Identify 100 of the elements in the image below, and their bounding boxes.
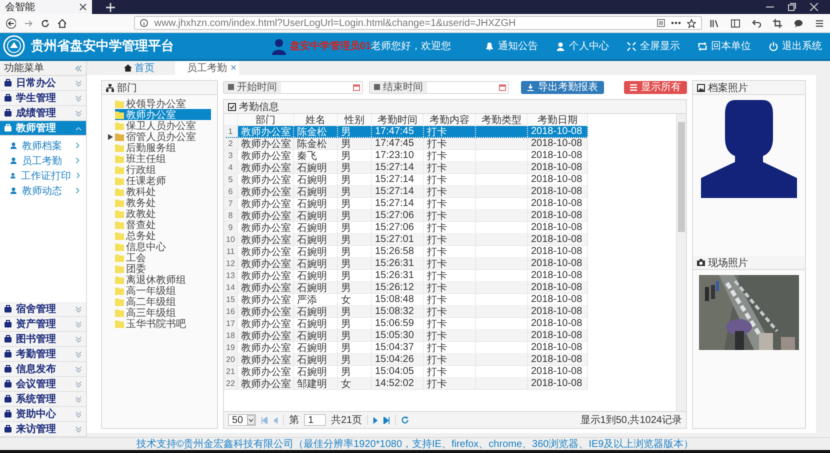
table-row[interactable]: 22 教师办公室 邹建明 女 14:52:02 打卡 2018-10-08 bbox=[224, 378, 588, 390]
menu-group[interactable]: 宿舍管理 bbox=[0, 302, 86, 317]
page-tab[interactable]: 员工考勤 bbox=[175, 61, 239, 75]
header-nav-link[interactable]: 个人中心 bbox=[556, 39, 609, 53]
tree-node[interactable]: 督查处 bbox=[115, 219, 159, 230]
table-row[interactable]: 15 教师办公室 严添 女 15:08:48 打卡 2018-10-08 bbox=[224, 294, 588, 306]
table-row[interactable]: 12 教师办公室 石婉明 男 15:26:31 打卡 2018-10-08 bbox=[224, 258, 588, 270]
address-bar[interactable]: www.jhxhzn.com/index.html?UserLogUrl=Login.html&change=1&userid=JHXZGH bbox=[134, 16, 702, 30]
menu-group[interactable]: 学生管理 bbox=[0, 91, 86, 106]
table-row[interactable]: 3 教师办公室 秦飞 男 17:23:10 打卡 2018-10-08 bbox=[224, 150, 588, 162]
menu-group[interactable]: 系统管理 bbox=[0, 392, 86, 407]
tree-node[interactable]: 总务处 bbox=[115, 230, 159, 241]
table-row[interactable]: 10 教师办公室 石婉明 男 15:27:01 打卡 2018-10-08 bbox=[224, 234, 588, 246]
table-row[interactable]: 1 教师办公室 陈金松 男 17:47:45 打卡 2018-10-08 bbox=[224, 126, 588, 138]
column-header[interactable]: 姓名 bbox=[294, 114, 338, 125]
menu-group[interactable]: 来访管理 bbox=[0, 422, 86, 437]
submenu-item[interactable]: 员工考勤 bbox=[0, 153, 86, 168]
tree-node[interactable]: 政教处 bbox=[115, 208, 159, 219]
show-all-button[interactable]: 显示所有 bbox=[624, 80, 687, 94]
header-nav-link[interactable]: 退出系统 bbox=[769, 39, 822, 53]
expand-arrow-icon[interactable] bbox=[108, 134, 113, 140]
table-row[interactable]: 13 教师办公室 石婉明 男 15:26:31 打卡 2018-10-08 bbox=[224, 270, 588, 282]
table-row[interactable]: 17 教师办公室 石婉明 男 15:06:59 打卡 2018-10-08 bbox=[224, 318, 588, 330]
more-icon[interactable] bbox=[671, 21, 681, 25]
column-header[interactable]: 考勤内容 bbox=[424, 114, 476, 125]
back-icon[interactable] bbox=[6, 18, 16, 28]
forward-icon[interactable] bbox=[24, 18, 34, 28]
header-nav-link[interactable]: 回本单位 bbox=[698, 39, 751, 53]
tree-node[interactable]: 校领导办公室 bbox=[115, 98, 189, 109]
qr-code-icon[interactable] bbox=[657, 19, 665, 27]
tree-node[interactable]: 教务处 bbox=[115, 197, 159, 208]
menu-group[interactable]: 考勤管理 bbox=[0, 347, 86, 362]
header-nav-link[interactable]: 全屏显示 bbox=[627, 39, 680, 53]
table-row[interactable]: 18 教师办公室 石婉明 男 15:05:30 打卡 2018-10-08 bbox=[224, 330, 588, 342]
restore-icon[interactable] bbox=[788, 3, 796, 11]
tree-node[interactable]: 高二年级组 bbox=[115, 296, 179, 307]
menu-group[interactable]: 教师管理 bbox=[0, 121, 86, 136]
next-page-icon[interactable] bbox=[373, 416, 378, 424]
sidebar-icon[interactable] bbox=[731, 18, 740, 28]
info-icon[interactable] bbox=[140, 19, 148, 27]
menu-group[interactable]: 会议管理 bbox=[0, 377, 86, 392]
chat-icon[interactable] bbox=[794, 18, 803, 28]
table-row[interactable]: 4 教师办公室 石婉明 男 15:27:14 打卡 2018-10-08 bbox=[224, 162, 588, 174]
submenu-item[interactable]: 教师档案 bbox=[0, 138, 86, 153]
table-row[interactable]: 16 教师办公室 石婉明 男 15:08:32 打卡 2018-10-08 bbox=[224, 306, 588, 318]
tree-node[interactable]: 工会 bbox=[115, 252, 149, 263]
column-header[interactable]: 考勤日期 bbox=[528, 114, 588, 125]
home-icon[interactable] bbox=[58, 18, 66, 28]
table-row[interactable]: 9 教师办公室 石婉明 男 15:27:06 打卡 2018-10-08 bbox=[224, 222, 588, 234]
tree-node[interactable]: 行政组 bbox=[115, 164, 159, 175]
table-row[interactable]: 7 教师办公室 石婉明 男 15:27:14 打卡 2018-10-08 bbox=[224, 198, 588, 210]
tree-node[interactable]: 任课老师 bbox=[115, 175, 169, 186]
end-date-field[interactable]: 结束时间 bbox=[369, 80, 509, 94]
menu-group[interactable]: 日常办公 bbox=[0, 76, 86, 91]
refresh-icon[interactable] bbox=[401, 416, 410, 424]
start-date-field[interactable]: 开始时间 bbox=[223, 80, 363, 94]
table-row[interactable]: 11 教师办公室 石婉明 男 15:26:58 打卡 2018-10-08 bbox=[224, 246, 588, 258]
tree-node[interactable]: 班主任组 bbox=[115, 153, 169, 164]
library-icon[interactable] bbox=[710, 18, 719, 28]
close-icon[interactable] bbox=[79, 3, 87, 11]
reload-icon[interactable] bbox=[41, 18, 50, 28]
tree-node[interactable]: 保卫人员办公室 bbox=[115, 120, 199, 131]
page-tab[interactable]: 首页 bbox=[107, 61, 171, 75]
undo-icon[interactable] bbox=[752, 18, 761, 28]
last-page-icon[interactable] bbox=[383, 416, 390, 424]
page-size-select[interactable]: 50 bbox=[228, 414, 256, 426]
export-button[interactable]: 导出考勤报表 bbox=[521, 80, 604, 94]
table-row[interactable]: 21 教师办公室 石婉明 男 15:04:05 打卡 2018-10-08 bbox=[224, 366, 588, 378]
table-row[interactable]: 6 教师办公室 石婉明 男 15:27:14 打卡 2018-10-08 bbox=[224, 186, 588, 198]
tree-node[interactable]: 教科处 bbox=[115, 186, 159, 197]
tree-node[interactable]: 高一年级组 bbox=[115, 285, 179, 296]
tree-node[interactable]: 宿管人员办公室 bbox=[115, 131, 199, 142]
calendar-icon[interactable] bbox=[499, 84, 506, 90]
crop-icon[interactable] bbox=[773, 18, 782, 28]
plus-icon[interactable] bbox=[106, 2, 115, 12]
star-icon[interactable] bbox=[687, 18, 696, 28]
menu-icon[interactable] bbox=[815, 18, 824, 28]
table-row[interactable]: 20 教师办公室 石婉明 男 15:04:26 打卡 2018-10-08 bbox=[224, 354, 588, 366]
tree-node[interactable]: 教师办公室 bbox=[115, 109, 211, 120]
menu-group[interactable]: 资助中心 bbox=[0, 407, 86, 422]
table-row[interactable]: 5 教师办公室 石婉明 男 15:27:14 打卡 2018-10-08 bbox=[224, 174, 588, 186]
table-row[interactable]: 19 教师办公室 石婉明 男 15:04:37 打卡 2018-10-08 bbox=[224, 342, 588, 354]
column-header[interactable]: 部门 bbox=[238, 114, 294, 125]
menu-group[interactable]: 成绩管理 bbox=[0, 106, 86, 121]
calendar-icon[interactable] bbox=[353, 84, 360, 90]
tree-node[interactable]: 后勤服务组 bbox=[115, 142, 179, 153]
tree-node[interactable]: 离退休教师组 bbox=[115, 274, 189, 285]
browser-tab[interactable]: 会智能 bbox=[0, 0, 92, 14]
menu-group[interactable]: 资产管理 bbox=[0, 317, 86, 332]
tree-node[interactable]: 信息中心 bbox=[115, 241, 169, 252]
scrollbar-drawing[interactable] bbox=[676, 114, 686, 411]
tree-node[interactable]: 团委 bbox=[115, 263, 149, 274]
column-header[interactable]: 性别 bbox=[338, 114, 372, 125]
page-input[interactable]: 1 bbox=[304, 414, 326, 426]
table-row[interactable]: 14 教师办公室 石婉明 男 15:26:12 打卡 2018-10-08 bbox=[224, 282, 588, 294]
submenu-item[interactable]: 教师动态 bbox=[0, 183, 86, 198]
menu-group[interactable]: 信息发布 bbox=[0, 362, 86, 377]
submenu-item[interactable]: 工作证打印 bbox=[0, 168, 86, 183]
table-row[interactable]: 2 教师办公室 陈金松 男 17:47:45 打卡 2018-10-08 bbox=[224, 138, 588, 150]
header-nav-link[interactable]: 通知公告 bbox=[485, 39, 538, 53]
